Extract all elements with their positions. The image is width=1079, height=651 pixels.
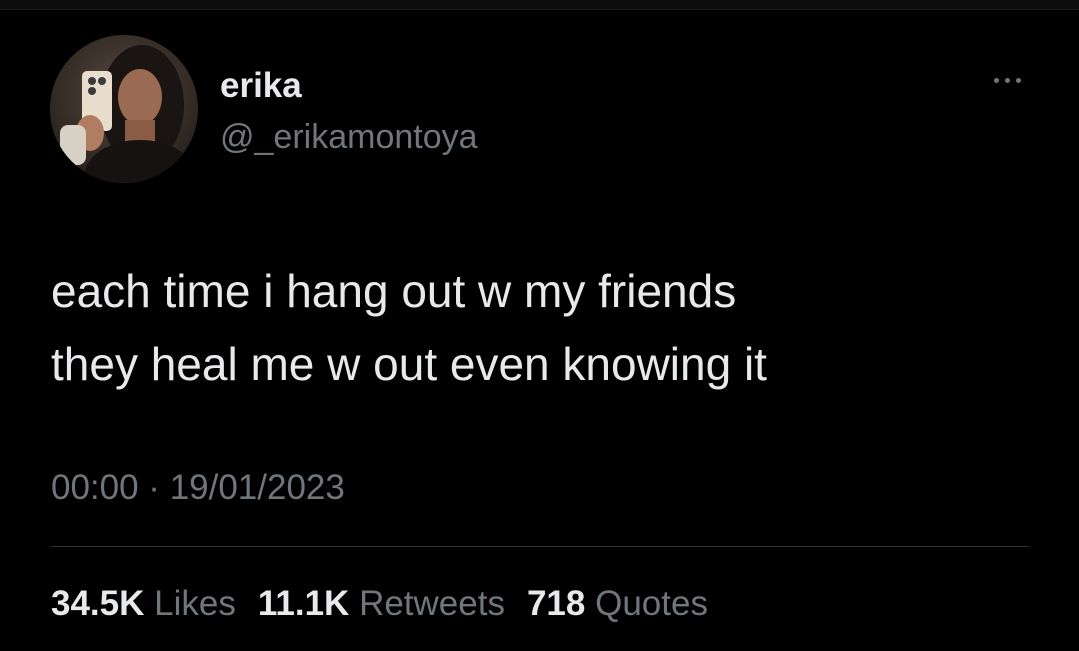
quotes-count: 718 (526, 584, 586, 623)
divider (51, 546, 1029, 547)
display-name[interactable]: erika (220, 66, 302, 106)
engagement-stats: 34.5K Likes 11.1K Retweets 718 Quotes (51, 582, 708, 626)
retweets-count: 11.1K (257, 584, 350, 623)
tweet-text-line: each time i hang out w my friends (51, 265, 737, 317)
avatar-photo (50, 35, 198, 183)
tweet-text-line: they heal me w out even knowing it (51, 338, 767, 390)
likes-label: Likes (154, 584, 236, 623)
likes-count: 34.5K (51, 584, 145, 623)
likes-stat[interactable]: 34.5K Likes (51, 582, 236, 626)
more-options-button[interactable] (985, 70, 1029, 90)
tweet-card: erika @_erikamontoya each time i hang ou… (0, 0, 1079, 651)
quotes-label: Quotes (595, 584, 708, 623)
more-horizontal-icon (993, 77, 1021, 83)
user-handle[interactable]: @_erikamontoya (220, 117, 478, 157)
quotes-stat[interactable]: 718 Quotes (527, 582, 708, 626)
tweet-timestamp[interactable]: 00:00 · 19/01/2023 (51, 467, 345, 509)
avatar[interactable] (50, 35, 198, 183)
tweet-text: each time i hang out w my friends they h… (51, 255, 1031, 401)
retweets-label: Retweets (359, 584, 505, 623)
retweets-stat[interactable]: 11.1K Retweets (258, 582, 505, 626)
